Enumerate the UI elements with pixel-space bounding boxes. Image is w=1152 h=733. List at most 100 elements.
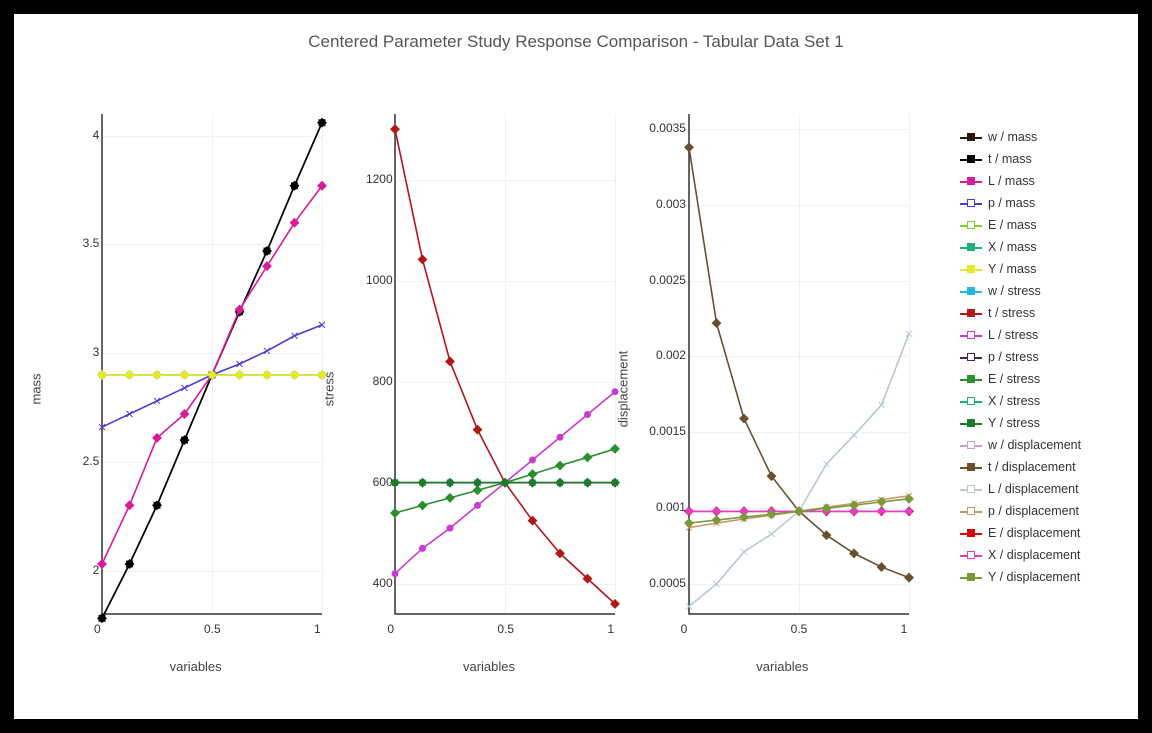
- legend-label: X / mass: [988, 240, 1037, 254]
- legend-label: p / mass: [988, 196, 1035, 210]
- legend-label: Y / displacement: [988, 570, 1080, 584]
- legend-swatch: [960, 549, 982, 561]
- plot-mass: massvariables22.533.5400.51: [54, 104, 337, 674]
- legend-item[interactable]: Y / mass: [960, 258, 1120, 280]
- legend-item[interactable]: Y / displacement: [960, 566, 1120, 588]
- series-marker: [768, 531, 774, 537]
- series-marker: [391, 125, 399, 133]
- legend-label: L / stress: [988, 328, 1038, 342]
- series-marker: [849, 549, 857, 557]
- legend-item[interactable]: t / mass: [960, 148, 1120, 170]
- legend-swatch: [960, 373, 982, 385]
- legend-swatch: [960, 219, 982, 231]
- legend-item[interactable]: p / stress: [960, 346, 1120, 368]
- legend-label: L / displacement: [988, 482, 1079, 496]
- legend-item[interactable]: L / stress: [960, 324, 1120, 346]
- series-marker: [713, 508, 719, 514]
- series-marker: [713, 581, 719, 587]
- series-marker: [530, 457, 536, 463]
- legend-swatch: [960, 285, 982, 297]
- series-marker: [125, 501, 133, 509]
- series-marker: [557, 434, 563, 440]
- legend-label: X / stress: [988, 394, 1040, 408]
- series-marker: [391, 509, 399, 517]
- series-marker: [684, 143, 692, 151]
- legend-label: t / stress: [988, 306, 1035, 320]
- legend-swatch: [960, 131, 982, 143]
- legend-item[interactable]: X / stress: [960, 390, 1120, 412]
- series-marker: [392, 571, 398, 577]
- legend-item[interactable]: E / displacement: [960, 522, 1120, 544]
- legend-swatch: [960, 329, 982, 341]
- series-marker: [182, 385, 188, 391]
- series-marker: [741, 549, 747, 555]
- legend-item[interactable]: p / mass: [960, 192, 1120, 214]
- legend-item[interactable]: t / stress: [960, 302, 1120, 324]
- ylabel-stress: stress: [322, 372, 337, 407]
- series-marker: [98, 560, 106, 568]
- series-line: [689, 334, 909, 607]
- legend-swatch: [960, 395, 982, 407]
- plot-disp: displacementvariables0.00050.0010.00150.…: [641, 104, 924, 674]
- legend-item[interactable]: w / displacement: [960, 434, 1120, 456]
- series-marker: [584, 453, 592, 461]
- legend-item[interactable]: X / mass: [960, 236, 1120, 258]
- series-marker: [556, 461, 564, 469]
- series-line: [395, 129, 615, 604]
- legend-item[interactable]: E / stress: [960, 368, 1120, 390]
- legend-item[interactable]: w / stress: [960, 280, 1120, 302]
- series-marker: [419, 501, 427, 509]
- series-marker: [127, 411, 133, 417]
- legend-label: p / displacement: [988, 504, 1079, 518]
- legend-swatch: [960, 263, 982, 275]
- plot-row: massvariables22.533.5400.51 stressvariab…: [54, 104, 934, 674]
- series-marker: [851, 432, 857, 438]
- legend-label: E / mass: [988, 218, 1037, 232]
- legend-item[interactable]: w / mass: [960, 126, 1120, 148]
- series-marker: [474, 425, 482, 433]
- legend-swatch: [960, 527, 982, 539]
- legend-swatch: [960, 351, 982, 363]
- legend-label: X / displacement: [988, 548, 1080, 562]
- legend-item[interactable]: L / mass: [960, 170, 1120, 192]
- legend-item[interactable]: X / displacement: [960, 544, 1120, 566]
- series-marker: [585, 412, 591, 418]
- legend-swatch: [960, 483, 982, 495]
- legend-swatch: [960, 153, 982, 165]
- legend-item[interactable]: L / displacement: [960, 478, 1120, 500]
- series-marker: [739, 414, 747, 422]
- legend-swatch: [960, 417, 982, 429]
- series-marker: [529, 470, 537, 478]
- legend-swatch: [960, 175, 982, 187]
- series-marker: [475, 502, 481, 508]
- series-marker: [263, 262, 271, 270]
- series-marker: [877, 563, 885, 571]
- ylabel-mass: mass: [29, 373, 44, 404]
- series-marker: [904, 573, 912, 581]
- legend-swatch: [960, 505, 982, 517]
- legend: w / mass t / massL / mass p / mass E / mass…: [960, 126, 1120, 588]
- series-marker: [420, 545, 426, 551]
- legend-swatch: [960, 241, 982, 253]
- legend-label: p / stress: [988, 350, 1039, 364]
- legend-item[interactable]: t / displacement: [960, 456, 1120, 478]
- plot-stress: stressvariables4006008001000120000.51: [347, 104, 630, 674]
- legend-label: Y / stress: [988, 416, 1040, 430]
- ylabel-disp: displacement: [615, 351, 630, 428]
- legend-swatch: [960, 307, 982, 319]
- legend-item[interactable]: E / mass: [960, 214, 1120, 236]
- legend-label: w / mass: [988, 130, 1037, 144]
- legend-label: E / stress: [988, 372, 1040, 386]
- legend-item[interactable]: p / displacement: [960, 500, 1120, 522]
- legend-label: w / stress: [988, 284, 1041, 298]
- chart-title: Centered Parameter Study Response Compar…: [14, 32, 1138, 52]
- legend-swatch: [960, 571, 982, 583]
- series-marker: [686, 508, 692, 514]
- series-marker: [154, 398, 160, 404]
- legend-swatch: [960, 197, 982, 209]
- series-marker: [684, 519, 692, 527]
- legend-label: t / displacement: [988, 460, 1076, 474]
- legend-item[interactable]: Y / stress: [960, 412, 1120, 434]
- series-marker: [264, 348, 270, 354]
- legend-label: E / displacement: [988, 526, 1080, 540]
